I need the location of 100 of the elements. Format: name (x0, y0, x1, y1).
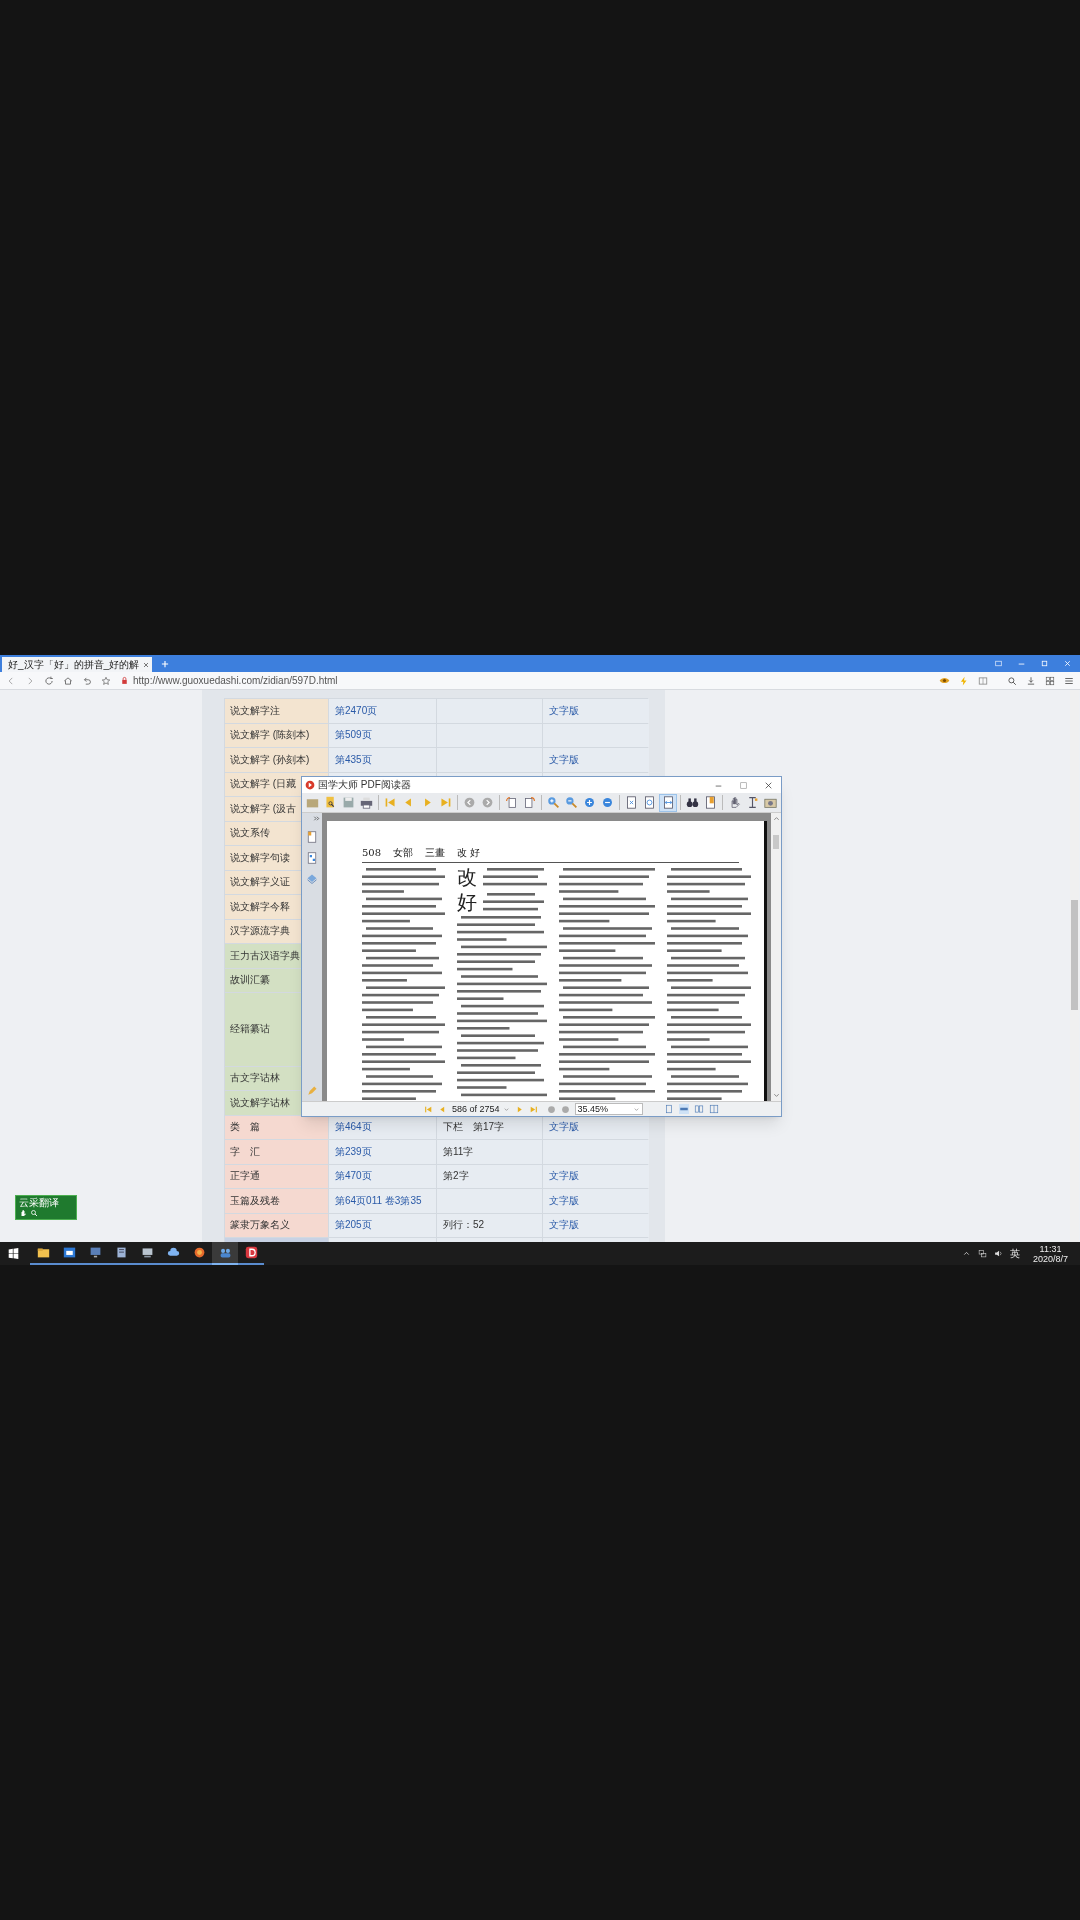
text-edition-link[interactable]: 文字版 (549, 1195, 579, 1206)
star-icon[interactable] (101, 675, 111, 686)
folder-icon (36, 1246, 50, 1259)
cloud-icon (166, 1246, 180, 1259)
print-icon[interactable] (360, 796, 374, 809)
lightning-icon[interactable] (959, 675, 969, 686)
minus-circle-icon[interactable] (601, 796, 615, 809)
row-label: 说文解字 (日藏 (230, 779, 297, 790)
row-label: 说文解字今释 (230, 901, 290, 912)
translate-label: 云采翻译 (19, 1197, 60, 1209)
network-icon[interactable] (977, 1249, 987, 1258)
pages-icon[interactable] (306, 831, 318, 843)
fit-width-icon[interactable] (661, 796, 675, 809)
row-label: 古文字诂林 (230, 1073, 280, 1084)
row-label: 故训汇纂 (230, 975, 270, 986)
translate-widget[interactable]: 云采翻译 (15, 1195, 77, 1220)
zoom-in-icon[interactable] (547, 796, 560, 809)
two-page-icon[interactable] (693, 1104, 704, 1114)
row-label: 王力古汉语字典 (230, 950, 300, 961)
position-note: 第2字 (443, 1171, 469, 1182)
text-edition-link[interactable]: 文字版 (549, 754, 579, 765)
facing-pages-icon[interactable] (708, 1104, 719, 1114)
text-edition-link[interactable]: 文字版 (549, 1220, 579, 1231)
position-note: 列行：52 (443, 1220, 485, 1231)
page-link[interactable]: 第2470页 (335, 705, 378, 716)
grid-icon[interactable] (1045, 675, 1055, 686)
scroll-thumb[interactable] (773, 835, 779, 849)
zoom-field[interactable]: 35.45% (574, 1103, 643, 1115)
page-header-text: 508 (362, 847, 382, 859)
plus-circle-icon[interactable] (583, 796, 597, 809)
last-page-icon[interactable] (528, 1104, 538, 1114)
row-label: 说文解字 (陈刻本) (230, 730, 310, 741)
people-icon (218, 1246, 232, 1259)
scroll-down-icon[interactable] (772, 1092, 780, 1099)
row-label: 字 汇 (230, 1146, 260, 1157)
previous-page-icon[interactable] (438, 1104, 447, 1114)
close-icon[interactable] (764, 780, 773, 790)
bookmark-icon[interactable] (703, 796, 717, 809)
rotate-left-icon[interactable] (504, 796, 518, 809)
app-window-icon (62, 1246, 76, 1259)
reload-icon[interactable] (44, 675, 54, 686)
speaker-icon[interactable] (993, 1249, 1003, 1258)
single-page-icon[interactable] (663, 1104, 674, 1114)
page-link[interactable]: 第239页 (335, 1146, 372, 1157)
page-link[interactable]: 第470页 (335, 1171, 372, 1182)
binoculars-icon[interactable] (685, 796, 699, 809)
input-method-indicator[interactable]: 英 (1009, 1248, 1020, 1259)
page-number-field[interactable]: 586 of 2754 (452, 1104, 510, 1114)
clock-date[interactable]: 2020/8/7 (1032, 1253, 1068, 1264)
eye-icon[interactable] (939, 675, 950, 686)
page-link[interactable]: 第205页 (335, 1220, 372, 1231)
lock-icon (120, 676, 129, 685)
row-label: 说文解字句读 (230, 852, 290, 863)
row-label: 玉篇及残卷 (230, 1195, 280, 1206)
headword: 改 (457, 867, 478, 887)
text-edition-link[interactable]: 文字版 (549, 705, 579, 716)
maximize-icon[interactable] (739, 780, 748, 790)
document-stack-icon (114, 1246, 128, 1259)
download-icon[interactable] (1026, 675, 1036, 686)
layers-icon[interactable] (306, 873, 318, 885)
row-label: 说文解字 (孙刻本) (230, 754, 310, 765)
scroll-up-icon[interactable] (772, 815, 780, 822)
page-link[interactable]: 第464页 (335, 1122, 372, 1133)
viewer-scrollbar[interactable] (771, 813, 781, 1101)
undo-icon[interactable] (82, 675, 92, 686)
close-icon[interactable] (142, 660, 151, 669)
page-header-text: 改 好 (457, 847, 481, 859)
menu-icon[interactable] (1064, 675, 1074, 686)
fit-page-icon[interactable] (625, 796, 639, 809)
browser-tab[interactable]: 好_汉字「好」的拼音_好的解 (2, 657, 152, 672)
page-link[interactable]: 第509页 (335, 730, 372, 741)
expand-icon[interactable] (313, 815, 320, 822)
search-icon[interactable] (30, 1209, 38, 1217)
text-edition-link[interactable]: 文字版 (549, 1122, 579, 1133)
position-note: 下栏 第17字 (443, 1122, 505, 1133)
row-label: 说文系传 (230, 828, 270, 839)
caret-icon (502, 1105, 510, 1113)
home-icon[interactable] (63, 675, 73, 686)
zoom-out-icon[interactable] (565, 796, 579, 809)
clock-time[interactable]: 11:31 (1039, 1243, 1062, 1254)
chevron-up-icon[interactable] (961, 1249, 971, 1258)
new-tab-icon[interactable] (160, 659, 170, 669)
start-icon[interactable] (8, 1248, 19, 1259)
folder-icon[interactable] (306, 796, 320, 809)
page-header-text: 女部 (393, 847, 414, 859)
text-edition-link[interactable]: 文字版 (549, 1171, 579, 1182)
restore-icon[interactable] (1040, 659, 1049, 668)
reader-icon[interactable] (978, 675, 988, 686)
page-link[interactable]: 第435页 (335, 754, 372, 765)
page-link[interactable]: 第64页011 卷3第35 (335, 1195, 422, 1206)
thumbnails-icon[interactable] (306, 852, 318, 864)
fit-visible-icon[interactable] (643, 796, 657, 809)
monitor-icon (88, 1246, 102, 1259)
first-page-icon[interactable] (424, 1104, 433, 1114)
search-icon[interactable] (1007, 675, 1017, 686)
rotate-right-icon[interactable] (522, 796, 536, 809)
headword: 好 (457, 892, 478, 913)
hand-icon[interactable] (19, 1209, 27, 1217)
camera-icon[interactable] (763, 796, 777, 809)
computer-icon (140, 1246, 154, 1259)
